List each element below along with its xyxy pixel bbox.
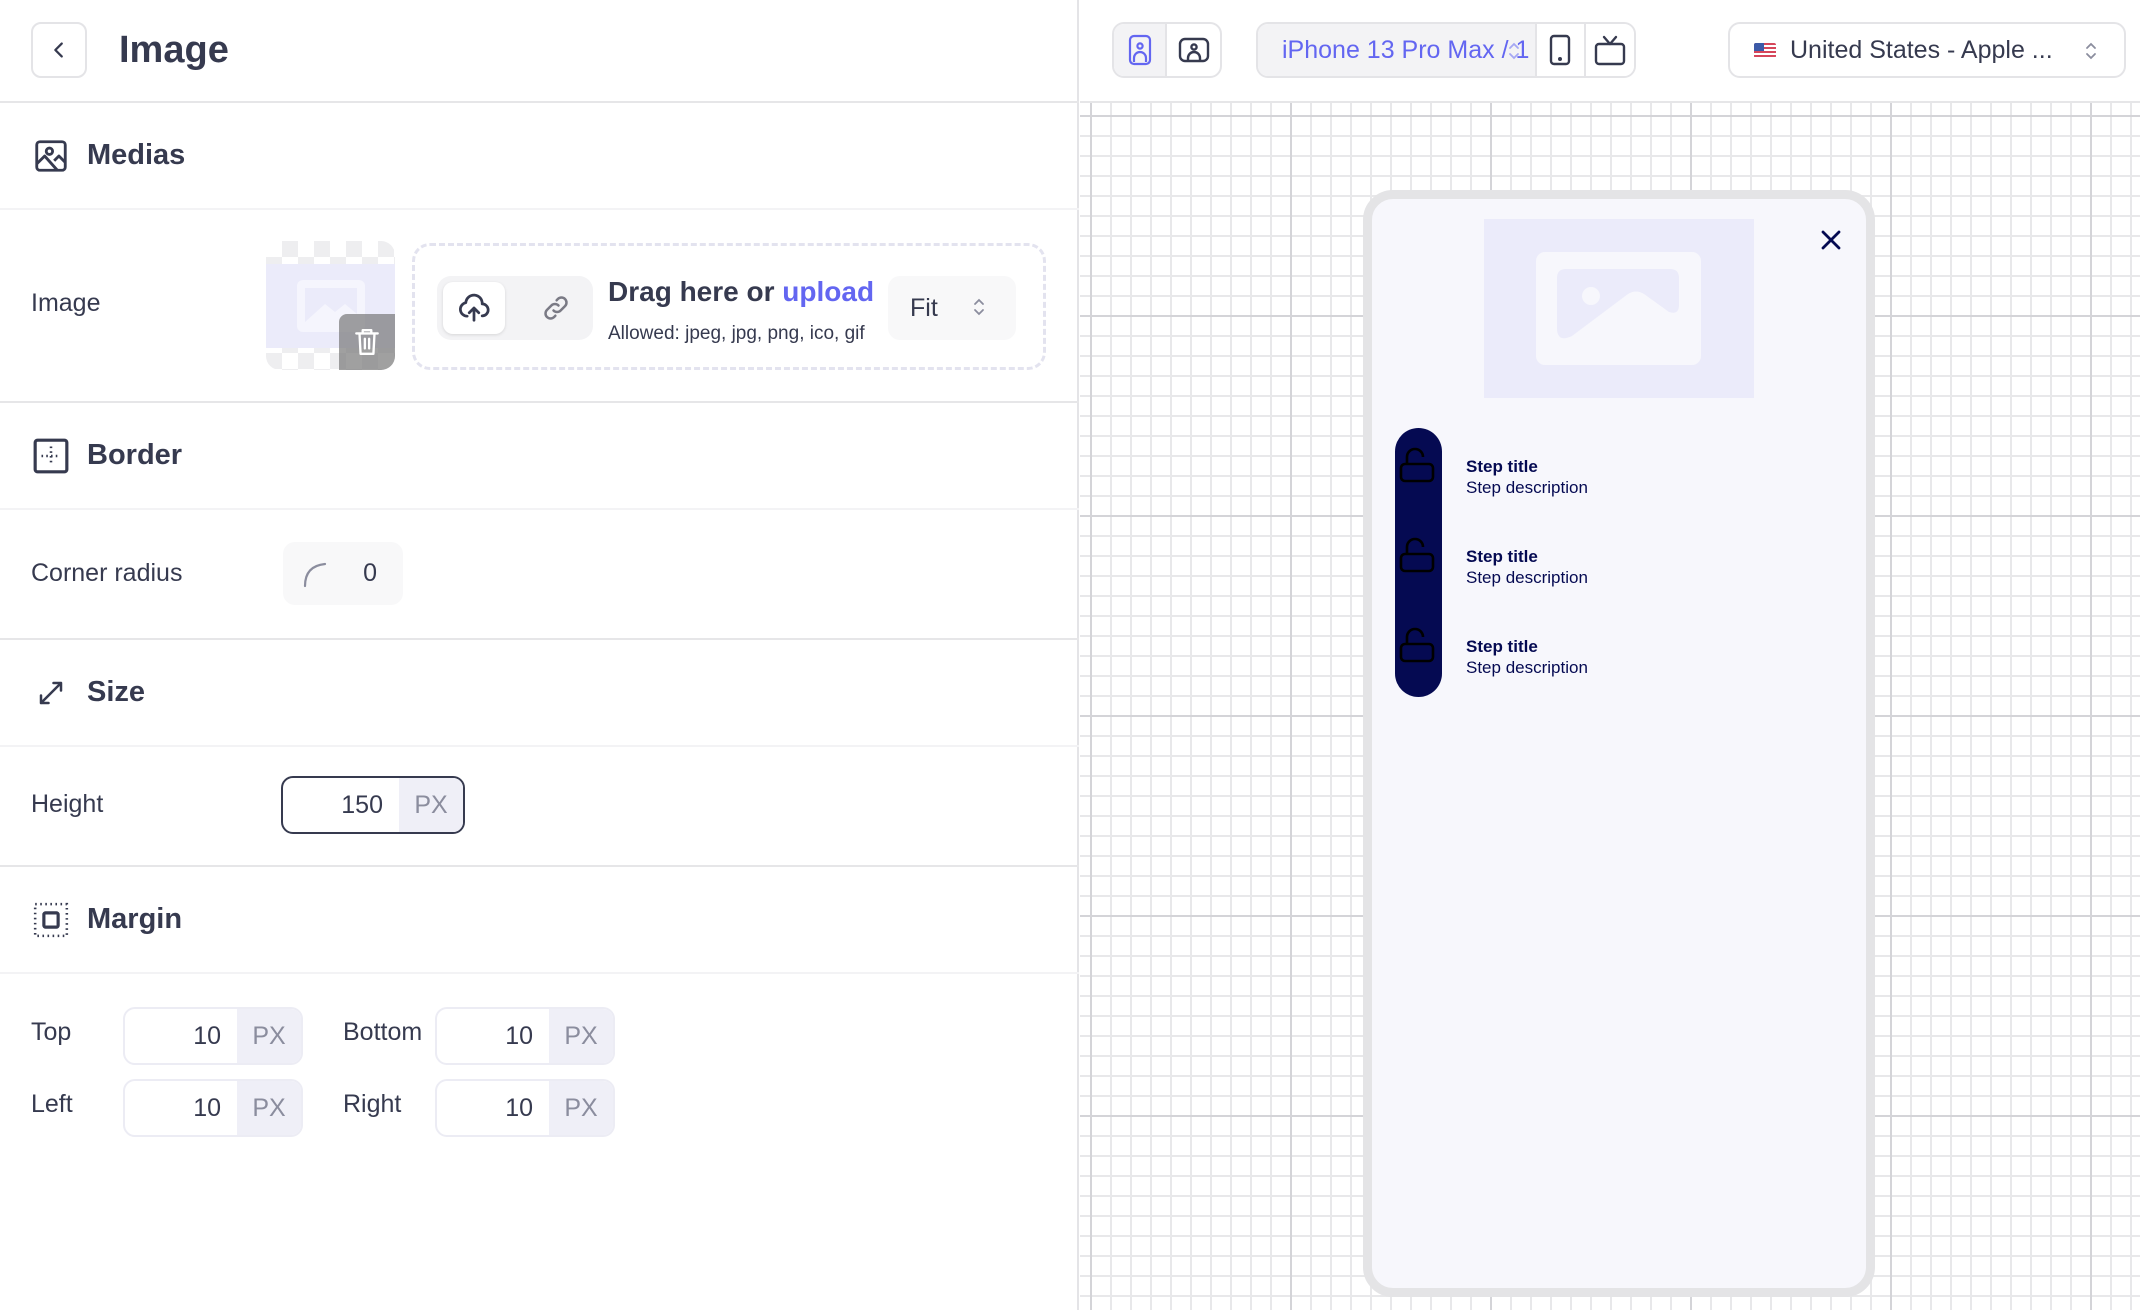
locale-select[interactable]: United States - Apple ... [1728,22,2126,78]
step-description: Step description [1466,568,1588,587]
margin-top-label: Top [31,1018,72,1046]
section-title: Margin [87,903,183,935]
corner-radius-label: Corner radius [31,559,183,587]
unlock-icon [1399,447,1435,483]
height-label: Height [31,790,104,818]
step-item[interactable]: Step title Step description [1395,608,1835,698]
preview-canvas: iPhone 13 Pro Max / 1 United States - Ap… [1080,0,2140,1310]
delete-image-button[interactable] [339,314,395,370]
link-source-button[interactable] [525,282,587,334]
section-title: Border [87,439,183,471]
preview-image-placeholder[interactable] [1484,219,1754,398]
mobile-device-button[interactable] [1536,24,1586,76]
smartphone-icon [1549,34,1571,66]
fit-select[interactable]: Fit [888,276,1016,340]
section-header-margin[interactable]: Margin [0,867,1079,974]
unlock-icon [1399,627,1435,663]
resize-diagonal-icon [31,673,71,713]
margin-right-label: Right [343,1090,402,1118]
device-select[interactable]: iPhone 13 Pro Max / 1 [1258,24,1537,76]
settings-panel: Image Medias Image Drag here or upload A… [0,0,1079,1310]
size-body: Height [0,746,1079,867]
preview-toolbar: iPhone 13 Pro Max / 1 United States - Ap… [1080,0,2140,103]
section-header-medias[interactable]: Medias [0,103,1079,210]
upload-source-button[interactable] [443,282,505,334]
margin-bottom-input[interactable]: 10 PX [435,1007,615,1065]
height-input[interactable]: 150 PX [281,776,465,834]
drag-instructions: Drag here or upload [608,276,875,307]
panel-header: Image [0,0,1079,103]
section-header-border[interactable]: Border [0,403,1079,510]
tv-device-button[interactable] [1585,24,1634,76]
image-label: Image [31,289,101,317]
chevron-updown-icon [974,298,984,316]
section-header-size[interactable]: Size [0,640,1079,747]
page-title: Image [119,29,229,71]
step-item[interactable]: Step title Step description [1395,518,1835,608]
step-title: Step title [1466,637,1538,656]
corner-radius-input[interactable]: 0 [283,542,403,605]
landscape-icon [1178,37,1209,63]
close-icon[interactable] [1820,229,1842,251]
margin-left-input[interactable]: 10 PX [123,1079,303,1137]
image-icon [31,136,71,176]
device-preview-frame: Step title Step description Step title S… [1363,190,1875,1297]
tv-icon [1594,35,1625,66]
step-title: Step title [1466,457,1538,476]
trash-icon [355,329,379,355]
section-title: Size [87,676,146,708]
margin-right-input[interactable]: 10 PX [435,1079,615,1137]
device-selector-group: iPhone 13 Pro Max / 1 [1256,22,1636,78]
border-icon [31,436,71,476]
step-description: Step description [1466,478,1588,497]
section-title: Medias [87,139,186,171]
margin-left-label: Left [31,1090,73,1118]
back-button[interactable] [31,22,87,78]
cloud-upload-icon [459,293,490,322]
margin-bottom-label: Bottom [343,1018,423,1046]
margin-top-input[interactable]: 10 PX [123,1007,303,1065]
image-thumbnail [266,241,395,370]
image-placeholder-icon [1557,269,1679,339]
us-flag-icon [1754,42,1776,58]
upload-link[interactable]: upload [782,276,874,307]
orientation-toggle [1112,22,1222,78]
source-toggle [437,276,593,340]
portrait-icon [1128,34,1151,66]
step-title: Step title [1466,547,1538,566]
step-item[interactable]: Step title Step description [1395,428,1835,518]
unlock-icon [1399,537,1435,573]
landscape-button[interactable] [1167,24,1220,76]
chevron-updown-icon [1508,42,1519,60]
step-description: Step description [1466,658,1588,677]
chevron-updown-icon [2086,42,2096,60]
margin-icon [31,900,71,940]
link-icon [544,296,568,320]
allowed-formats: Allowed: jpeg, jpg, png, ico, gif [608,323,865,344]
portrait-button[interactable] [1114,24,1168,76]
image-dropzone[interactable]: Drag here or upload Allowed: jpeg, jpg, … [412,243,1046,370]
chevron-left-icon [54,42,63,58]
border-body: Corner radius [0,510,1079,640]
corner-radius-icon [303,562,327,588]
